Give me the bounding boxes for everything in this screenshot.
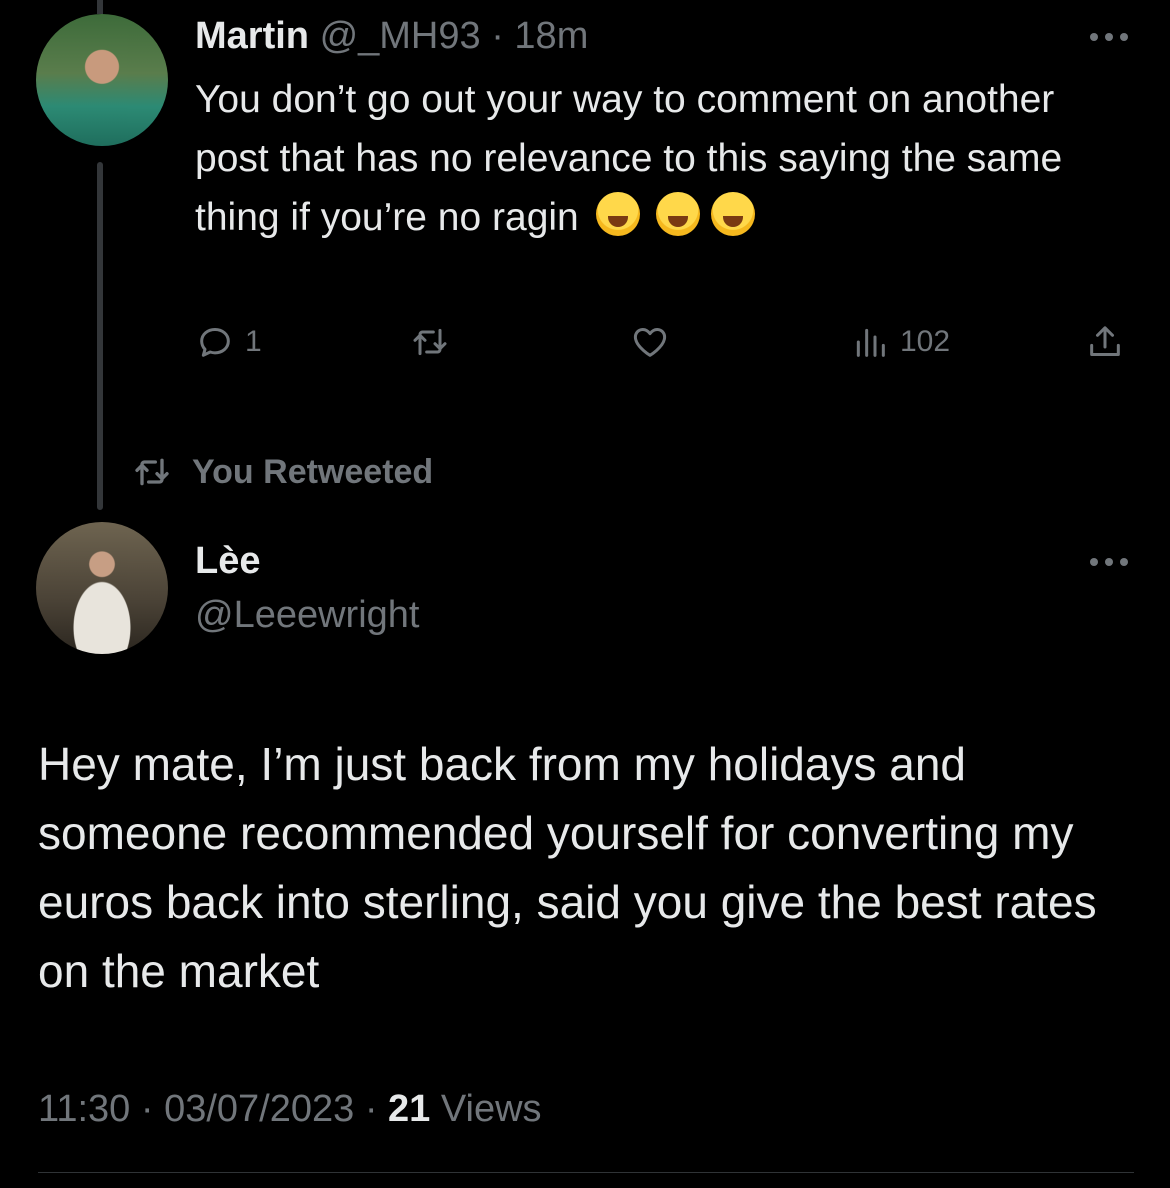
main-tweet-author-name[interactable]: Lèe (195, 540, 260, 583)
retweet-button[interactable] (410, 322, 460, 362)
analytics-icon (856, 328, 885, 357)
reply-count: 1 (245, 325, 262, 358)
author-name[interactable]: Martin (195, 15, 309, 57)
like-button[interactable] (630, 322, 680, 362)
thread-connector (97, 162, 103, 510)
face-with-tears-of-joy-icon (656, 192, 701, 236)
reply-tweet-header: Martin @_MH93 · 18m (195, 14, 588, 58)
share-button[interactable] (1085, 322, 1125, 362)
tweet-time[interactable]: 11:30 (38, 1088, 130, 1130)
meta-separator: · (140, 1088, 154, 1130)
tweet-time-ago[interactable]: 18m (514, 15, 588, 57)
tweet-date[interactable]: 03/07/2023 (164, 1088, 354, 1130)
divider (38, 1172, 1134, 1173)
retweet-icon (413, 328, 447, 356)
meta-separator: · (364, 1088, 378, 1130)
main-tweet-meta: 11:30 · 03/07/2023 · 21 Views (38, 1088, 542, 1131)
face-with-tears-of-joy-icon (711, 192, 756, 236)
views-count[interactable]: 21 (388, 1088, 430, 1130)
reply-icon (200, 328, 230, 357)
heart-icon (633, 328, 667, 357)
share-icon (1090, 326, 1120, 356)
main-tweet-author-handle[interactable]: @Leeewright (195, 594, 419, 637)
thread-connector-top (97, 0, 103, 14)
avatar-lee[interactable] (36, 522, 168, 654)
retweeted-banner: You Retweeted (130, 452, 433, 492)
more-options-icon[interactable] (1090, 30, 1134, 44)
header-separator: · (491, 15, 504, 57)
face-with-tears-of-joy-icon (595, 192, 640, 236)
reply-tweet-action-bar: 1 102 (195, 322, 1130, 372)
reply-tweet-text: You don’t go out your way to comment on … (195, 70, 1135, 247)
author-handle[interactable]: @_MH93 (320, 15, 481, 57)
more-options-icon[interactable] (1090, 555, 1134, 569)
main-tweet-text: Hey mate, I’m just back from my holidays… (38, 738, 1097, 997)
avatar-martin[interactable] (36, 14, 168, 146)
views-label[interactable]: Views (441, 1088, 542, 1130)
views-button[interactable]: 102 (850, 322, 950, 362)
tweet-thread-view: Martin @_MH93 · 18m You don’t go out you… (0, 0, 1170, 1188)
retweet-icon (135, 458, 169, 486)
retweeted-label[interactable]: You Retweeted (192, 453, 433, 492)
reply-button[interactable]: 1 (195, 322, 262, 362)
view-count: 102 (900, 325, 951, 358)
